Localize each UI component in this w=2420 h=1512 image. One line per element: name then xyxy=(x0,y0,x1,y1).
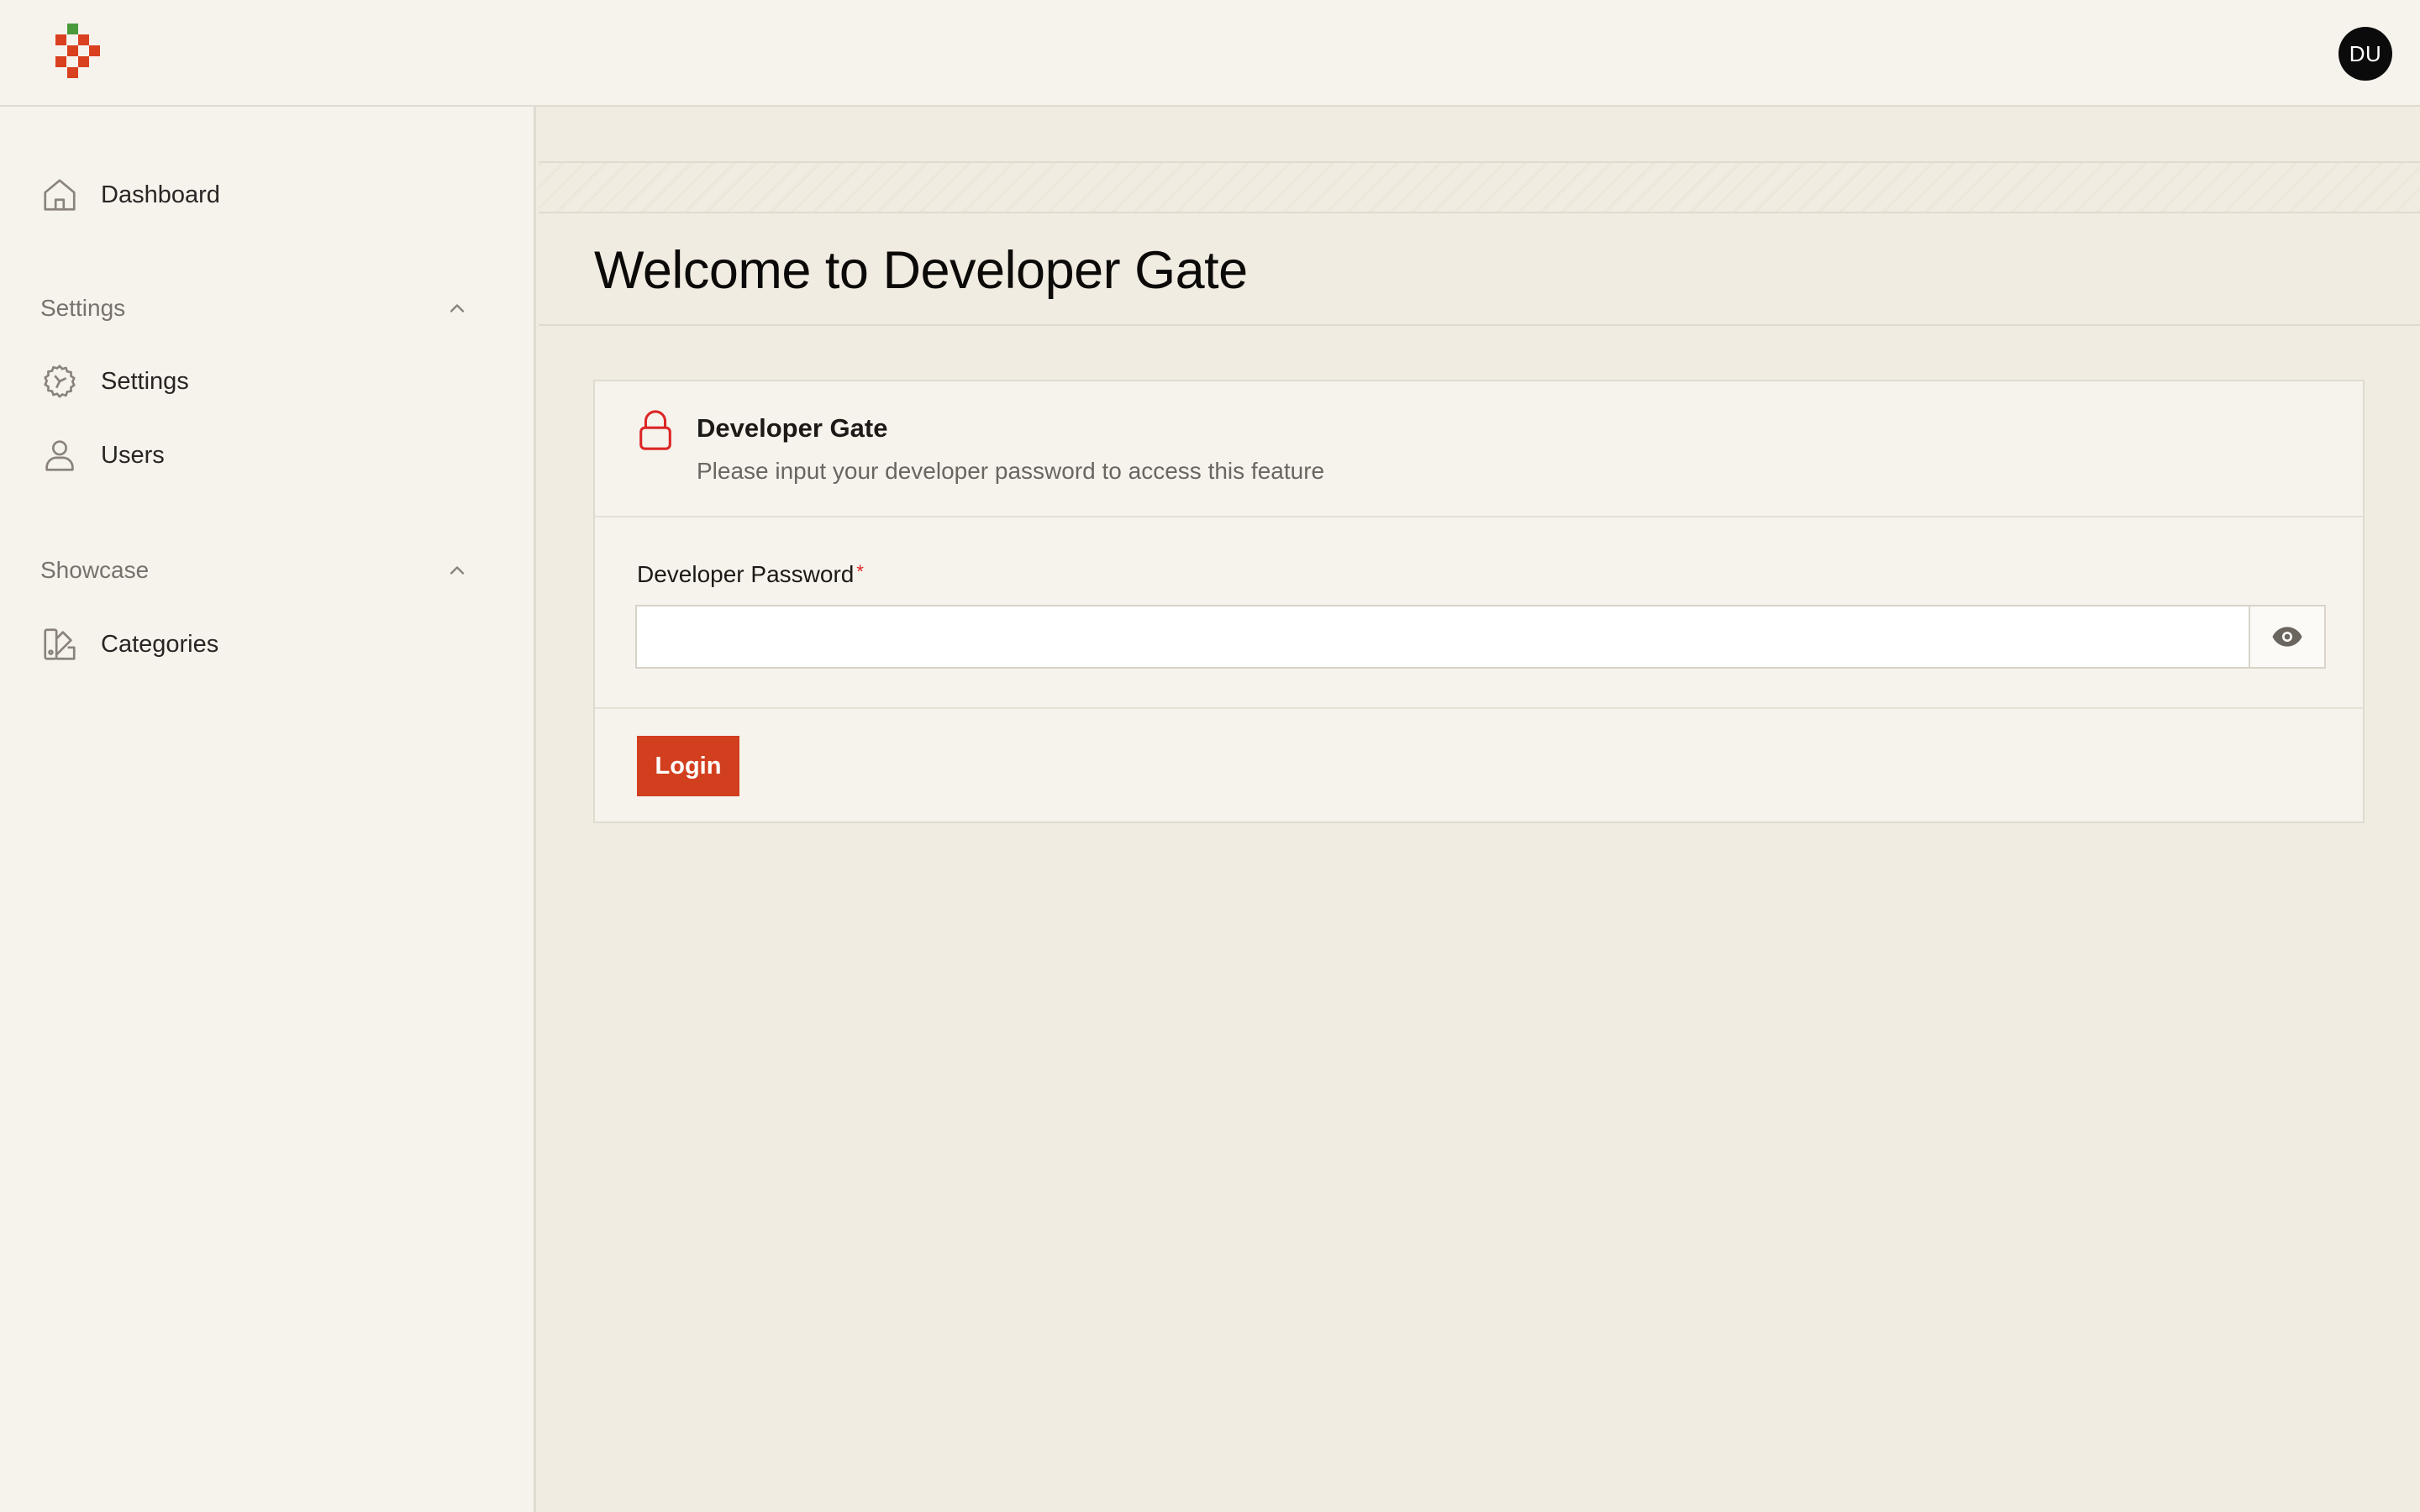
sidebar-group-label: Settings xyxy=(40,295,126,321)
page-title: Welcome to Developer Gate xyxy=(594,241,1248,300)
sidebar-item-label: Settings xyxy=(101,367,189,395)
login-button[interactable]: Login xyxy=(637,736,739,796)
sidebar: Dashboard Settings Settings Users Showca… xyxy=(0,107,536,1512)
toggle-password-visibility-button[interactable] xyxy=(2249,606,2324,667)
sidebar-item-settings[interactable]: Settings xyxy=(40,358,189,405)
developer-gate-card: Developer Gate Please input your develop… xyxy=(593,380,2365,823)
sidebar-item-dashboard[interactable]: Dashboard xyxy=(40,171,220,218)
user-icon xyxy=(45,440,74,471)
gear-icon xyxy=(44,365,76,398)
lock-icon xyxy=(639,410,671,450)
password-label-text: Developer Password xyxy=(637,561,855,587)
swatch-icon xyxy=(44,628,76,660)
logo[interactable] xyxy=(55,24,103,82)
eye-icon xyxy=(2272,627,2302,647)
card-title: Developer Gate xyxy=(697,413,888,443)
chevron-up-icon xyxy=(450,304,465,312)
password-label: Developer Password * xyxy=(637,561,864,588)
required-marker: * xyxy=(856,561,864,582)
sidebar-item-categories[interactable]: Categories xyxy=(40,621,218,668)
card-footer: Login xyxy=(595,707,2363,823)
chevron-up-icon xyxy=(450,566,465,575)
password-field xyxy=(635,605,2326,669)
sidebar-item-label: Categories xyxy=(101,630,219,658)
page-header: Welcome to Developer Gate xyxy=(539,215,2420,326)
top-bar: DU xyxy=(0,0,2420,107)
hatched-banner xyxy=(539,161,2420,213)
password-input[interactable] xyxy=(637,606,2249,667)
sidebar-item-label: Users xyxy=(101,441,165,469)
user-avatar[interactable]: DU xyxy=(2338,27,2392,81)
card-header: Developer Gate Please input your develop… xyxy=(595,381,2363,517)
sidebar-item-label: Dashboard xyxy=(101,181,220,208)
sidebar-group-settings-toggle[interactable]: Settings xyxy=(40,290,469,327)
card-description: Please input your developer password to … xyxy=(697,458,1325,484)
home-icon xyxy=(44,179,76,211)
sidebar-group-label: Showcase xyxy=(40,557,150,583)
sidebar-group-showcase-toggle[interactable]: Showcase xyxy=(40,552,469,589)
sidebar-item-users[interactable]: Users xyxy=(40,432,165,479)
